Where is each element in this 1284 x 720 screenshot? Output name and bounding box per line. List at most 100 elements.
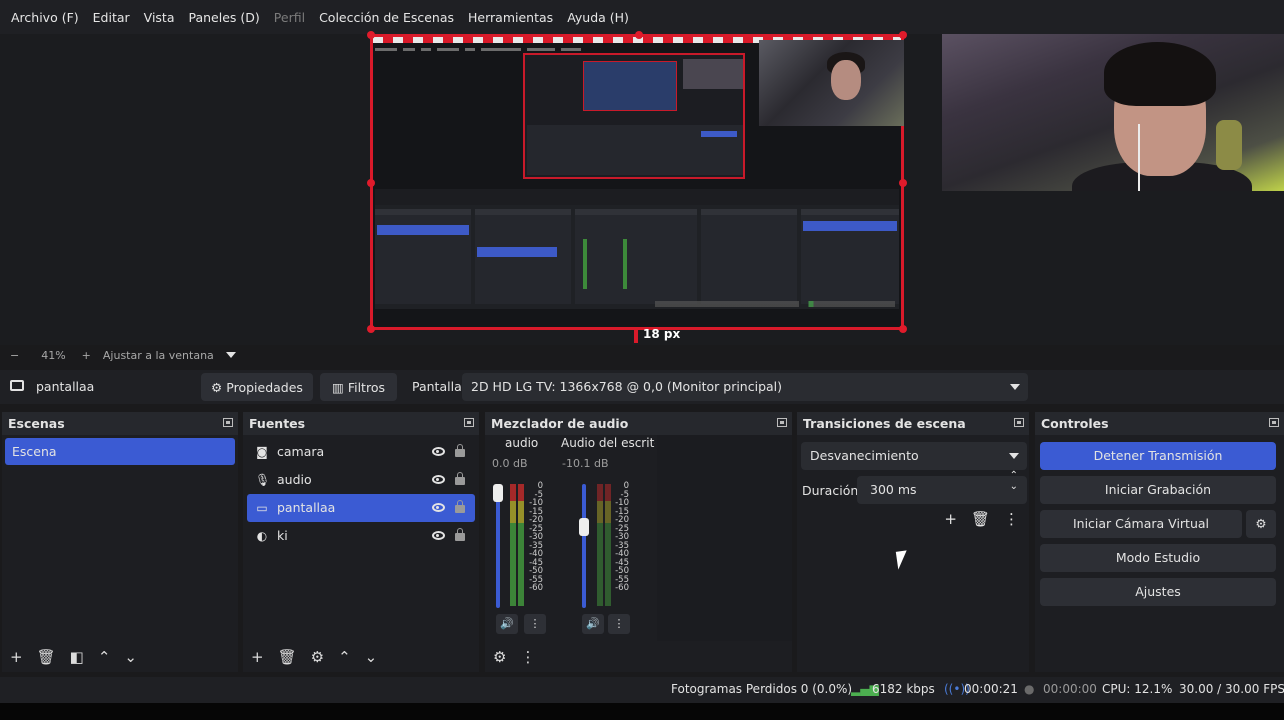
filter-icon: ▥ xyxy=(332,379,344,395)
remove-source-button[interactable]: 🗑 xyxy=(278,648,297,666)
channel-db: -10.1 dB xyxy=(562,457,609,470)
zoom-in-button[interactable]: + xyxy=(82,349,91,362)
scene-filters-button[interactable]: ◧ xyxy=(70,648,84,666)
lock-icon[interactable] xyxy=(455,500,465,513)
volume-fader[interactable] xyxy=(496,484,500,608)
add-transition-button[interactable]: + xyxy=(944,510,957,528)
preview-area[interactable]: 18 px xyxy=(0,31,1284,345)
studio-mode-button[interactable]: Modo Estudio xyxy=(1040,544,1276,572)
zoom-level: 41% xyxy=(41,348,66,362)
zoom-out-button[interactable]: − xyxy=(10,349,19,362)
bitrate: 6182 kbps xyxy=(872,682,935,696)
resize-handle-r[interactable] xyxy=(899,179,907,187)
scene-item[interactable]: Escena xyxy=(5,438,235,465)
resize-handle-t[interactable] xyxy=(635,31,643,39)
source-label: camara xyxy=(277,444,325,459)
volume-fader[interactable] xyxy=(582,484,586,608)
visibility-eye-icon[interactable] xyxy=(432,531,445,540)
stop-streaming-button[interactable]: Detener Transmisión xyxy=(1040,442,1276,470)
move-source-down-button[interactable]: ⌄ xyxy=(365,648,378,666)
menu-item[interactable]: Herramientas xyxy=(461,10,560,25)
chevron-down-icon xyxy=(1010,384,1020,390)
add-scene-button[interactable]: + xyxy=(10,648,23,666)
menu-item[interactable]: Ayuda (H) xyxy=(560,10,636,25)
channel-db: 0.0 dB xyxy=(492,457,528,470)
move-scene-down-button[interactable]: ⌄ xyxy=(124,648,137,666)
undock-icon[interactable] xyxy=(1269,418,1279,427)
resize-handle-br[interactable] xyxy=(899,325,907,333)
move-scene-up-button[interactable]: ⌃ xyxy=(98,648,111,666)
scenes-dock-header: Escenas xyxy=(2,412,238,435)
menu-item[interactable]: Paneles (D) xyxy=(182,10,267,25)
speaker-icon[interactable]: 🔊 xyxy=(496,614,518,634)
display-select[interactable]: 2D HD LG TV: 1366x768 @ 0,0 (Monitor pri… xyxy=(462,373,1028,401)
level-meter-left xyxy=(510,484,516,606)
source-properties-button[interactable]: ⚙ xyxy=(311,648,324,666)
visibility-eye-icon[interactable] xyxy=(432,503,445,512)
advanced-audio-settings-icon[interactable]: ⚙ xyxy=(493,648,506,666)
settings-button[interactable]: Ajustes xyxy=(1040,578,1276,606)
channel-menu-button[interactable]: ⋮ xyxy=(608,614,630,634)
undock-icon[interactable] xyxy=(1014,418,1024,427)
zoom-bar: − 41% + Ajustar a la ventana xyxy=(0,345,1284,365)
duration-spinbox[interactable]: 300 ms ⌃ ⌄ xyxy=(857,470,1027,504)
nested-screen-capture xyxy=(523,53,745,179)
properties-button[interactable]: ⚙ Propiedades xyxy=(201,373,313,401)
zoom-dropdown-caret[interactable] xyxy=(225,352,236,358)
lock-icon[interactable] xyxy=(455,444,465,457)
remove-scene-button[interactable]: 🗑 xyxy=(37,648,56,666)
move-source-up-button[interactable]: ⌃ xyxy=(338,648,351,666)
menu-bar: Archivo (F) Editar Vista Paneles (D) Perfil C… xyxy=(0,0,1284,34)
transitions-dock-header: Transiciones de escena xyxy=(797,412,1029,435)
fader-knob[interactable] xyxy=(493,484,503,502)
webcam-source[interactable] xyxy=(942,34,1284,191)
lock-icon[interactable] xyxy=(455,528,465,541)
resize-handle-tr[interactable] xyxy=(899,31,907,39)
transitions-dock: Transiciones de escena Desvanecimiento D… xyxy=(797,412,1029,672)
menu-item[interactable]: Archivo (F) xyxy=(4,10,86,25)
gear-icon: ⚙ xyxy=(211,379,223,395)
spin-arrows-icon[interactable]: ⌃ ⌄ xyxy=(1010,470,1018,492)
virtual-camera-settings-gear-icon[interactable]: ⚙ xyxy=(1246,510,1276,538)
fit-to-window-button[interactable]: Ajustar a la ventana xyxy=(103,349,214,362)
source-item-camara[interactable]: ◙ camara xyxy=(247,438,475,466)
menu-item[interactable]: Vista xyxy=(137,10,182,25)
transition-select[interactable]: Desvanecimiento xyxy=(801,442,1027,470)
remove-transition-button[interactable]: 🗑 xyxy=(971,510,990,528)
add-source-button[interactable]: + xyxy=(251,648,264,666)
visibility-eye-icon[interactable] xyxy=(432,447,445,456)
menu-item[interactable]: Colección de Escenas xyxy=(312,10,461,25)
level-meter-right xyxy=(518,484,524,606)
undock-icon[interactable] xyxy=(223,418,233,427)
undock-icon[interactable] xyxy=(777,418,787,427)
mixer-menu-button[interactable]: ⋮ xyxy=(520,648,535,666)
transition-menu-button[interactable]: ⋮ xyxy=(1004,510,1019,528)
level-meter-left xyxy=(597,484,603,606)
resize-handle-l[interactable] xyxy=(367,179,375,187)
resize-handle-bl[interactable] xyxy=(367,325,375,333)
visibility-eye-icon[interactable] xyxy=(432,475,445,484)
source-item-audio[interactable]: 🎙 audio xyxy=(247,466,475,494)
preview-canvas[interactable] xyxy=(367,31,907,333)
source-item-pantallaa[interactable]: ▭ pantallaa xyxy=(247,494,475,522)
level-meter-right xyxy=(605,484,611,606)
resize-handle-tl[interactable] xyxy=(367,31,375,39)
start-virtual-camera-button[interactable]: Iniciar Cámara Virtual xyxy=(1040,510,1242,538)
mixer-dock-header: Mezclador de audio xyxy=(485,412,792,435)
source-item-ki[interactable]: ◐ ki xyxy=(247,522,475,550)
monitor-icon: ▭ xyxy=(256,501,268,515)
status-bar: Fotogramas Perdidos 0 (0.0%) ▂▄▆ 6182 kb… xyxy=(0,677,1284,703)
speaker-icon[interactable]: 🔊 xyxy=(582,614,604,634)
fader-knob[interactable] xyxy=(579,517,589,536)
record-time: 00:00:00 xyxy=(1043,682,1097,696)
filters-button[interactable]: ▥ Filtros xyxy=(320,373,397,401)
menu-item[interactable]: Editar xyxy=(86,10,137,25)
camera-icon: ◙ xyxy=(256,445,268,459)
fps-readout: 30.00 / 30.00 FPS xyxy=(1179,682,1284,696)
meter-tick-label: -60 xyxy=(529,583,543,593)
lock-icon[interactable] xyxy=(455,472,465,485)
nested-webcam xyxy=(759,40,904,126)
channel-menu-button[interactable]: ⋮ xyxy=(524,614,546,634)
undock-icon[interactable] xyxy=(464,418,474,427)
start-recording-button[interactable]: Iniciar Grabación xyxy=(1040,476,1276,504)
